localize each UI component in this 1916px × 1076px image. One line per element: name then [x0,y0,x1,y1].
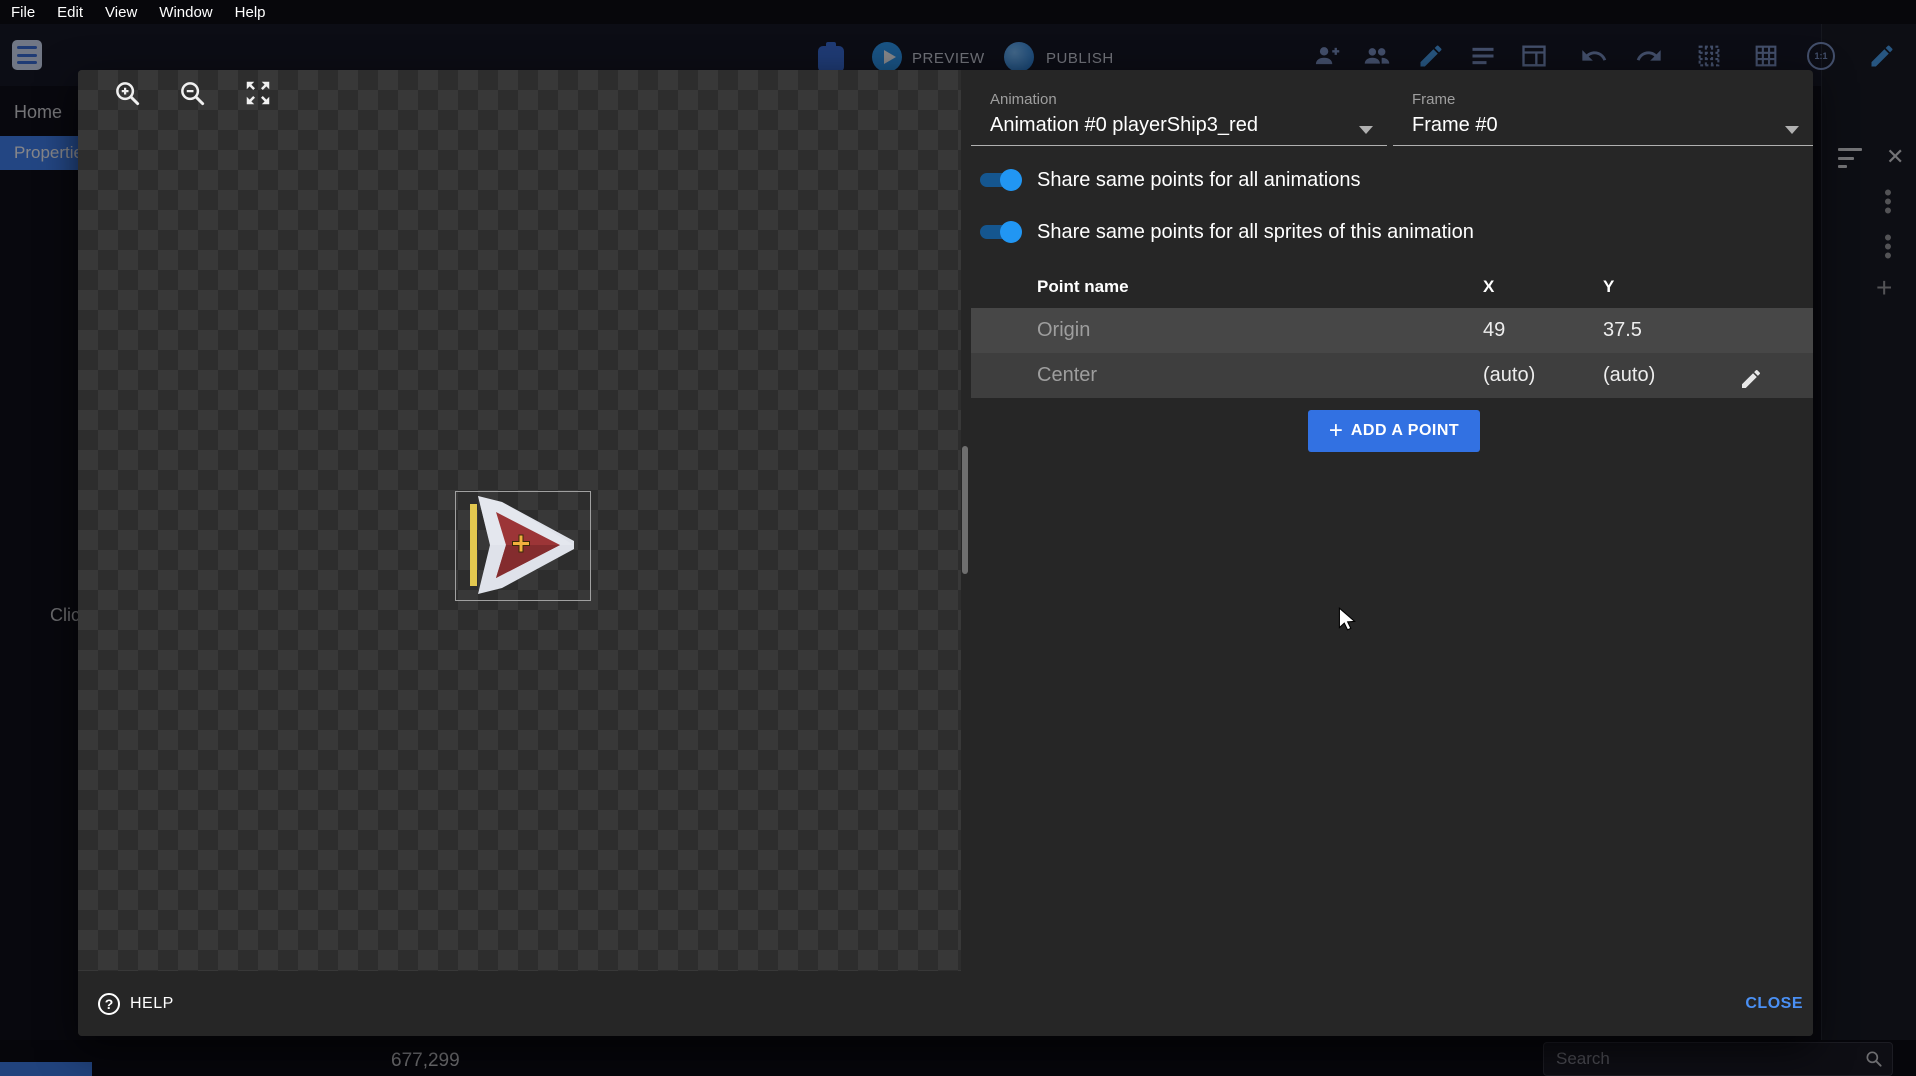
points-panel: Animation Animation #0 playerShip3_red F… [971,70,1813,971]
add-point-button[interactable]: + ADD A POINT [1308,410,1480,452]
x-header: X [1483,266,1494,308]
menu-view[interactable]: View [94,4,148,21]
point-name: Center [1037,353,1097,398]
dialog-footer: ? HELP CLOSE [78,971,1813,1036]
point-name-header: Point name [1037,266,1129,308]
menu-edit[interactable]: Edit [46,4,94,21]
share-points-sprites-toggle[interactable] [978,221,1022,243]
point-y-value[interactable]: (auto) [1603,353,1655,398]
share-points-sprites-label: Share same points for all sprites of thi… [1037,216,1474,248]
menu-file[interactable]: File [0,4,46,21]
animation-dropdown[interactable]: Animation Animation #0 playerShip3_red [971,82,1387,146]
point-x-value[interactable]: 49 [1483,308,1505,353]
zoom-out-icon[interactable] [177,78,207,108]
chevron-down-icon [1785,126,1799,134]
frame-dropdown-value: Frame #0 [1412,114,1498,137]
animation-dropdown-value: Animation #0 playerShip3_red [990,114,1258,137]
close-button[interactable]: CLOSE [1745,995,1803,1013]
frame-dropdown-label: Frame [1412,91,1455,108]
help-button[interactable]: ? HELP [98,993,174,1015]
point-name: Origin [1037,308,1090,353]
help-label: HELP [130,995,174,1013]
points-table-header: Point name X Y [971,266,1813,308]
edit-point-icon[interactable] [1739,363,1763,387]
share-points-animations-label: Share same points for all animations [1037,164,1361,196]
sprite-preview[interactable] [455,491,591,601]
animation-dropdown-label: Animation [990,91,1057,108]
share-points-sprites-row: Share same points for all sprites of thi… [971,216,1813,248]
fit-view-icon[interactable] [243,78,273,108]
menubar: File Edit View Window Help [0,0,1916,24]
help-icon: ? [98,993,120,1015]
zoom-in-icon[interactable] [112,78,142,108]
sprite-preview-canvas[interactable] [78,70,961,971]
share-points-animations-row: Share same points for all animations [971,164,1813,196]
edit-points-dialog: Animation Animation #0 playerShip3_red F… [78,70,1813,1036]
share-points-animations-toggle[interactable] [978,169,1022,191]
point-x-value[interactable]: (auto) [1483,353,1535,398]
y-header: Y [1603,266,1614,308]
chevron-down-icon [1359,126,1373,134]
menu-help[interactable]: Help [224,4,277,21]
canvas-scrollbar[interactable] [962,446,968,574]
player-ship-sprite [456,492,590,600]
frame-dropdown[interactable]: Frame Frame #0 [1393,82,1813,146]
add-point-label: ADD A POINT [1351,422,1459,440]
point-row-origin[interactable]: Origin 49 37.5 [971,308,1813,353]
point-row-center[interactable]: Center (auto) (auto) [971,353,1813,398]
points-table: Point name X Y Origin 49 37.5 Center (au… [971,266,1813,398]
point-y-value[interactable]: 37.5 [1603,308,1642,353]
plus-icon: + [1329,419,1343,443]
menu-window[interactable]: Window [148,4,223,21]
